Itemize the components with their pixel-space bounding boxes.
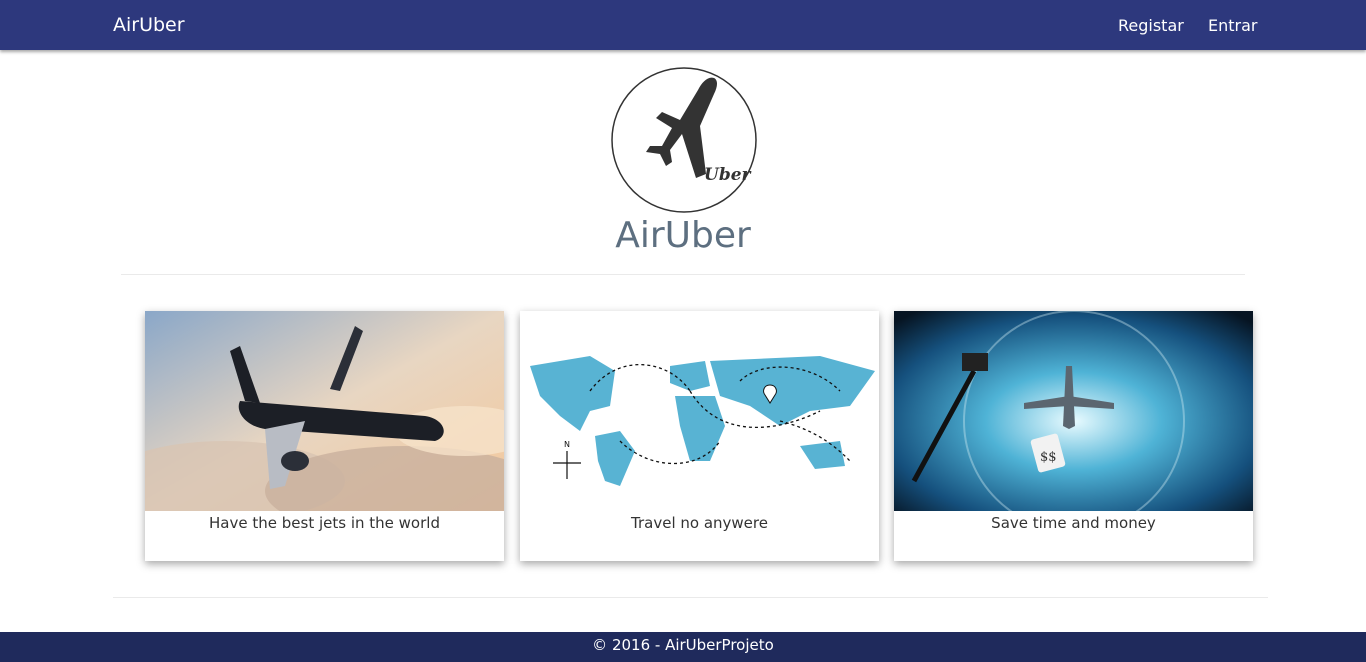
site-title: AirUber	[615, 215, 751, 256]
svg-text:$$: $$	[1040, 450, 1057, 465]
jet-image	[145, 311, 504, 511]
svg-text:N: N	[564, 440, 570, 449]
feature-card-jets[interactable]: Have the best jets in the world	[145, 311, 504, 561]
top-navbar: AirUber Registar Entrar	[0, 0, 1366, 50]
world-map-image: N	[520, 311, 879, 511]
svg-text:Uber: Uber	[704, 165, 752, 185]
divider	[121, 274, 1245, 275]
feature-card-savings[interactable]: $$ Save time and money	[894, 311, 1253, 561]
divider	[113, 597, 1268, 598]
register-link[interactable]: Registar	[1118, 16, 1184, 35]
clock-sky-image: $$	[894, 311, 1253, 511]
feature-card-travel[interactable]: N Travel no anywere	[520, 311, 879, 561]
footer-copyright: © 2016 - AirUberProjeto	[592, 636, 774, 654]
card-caption: Have the best jets in the world	[209, 514, 440, 532]
card-caption: Travel no anywere	[631, 514, 768, 532]
card-caption: Save time and money	[991, 514, 1156, 532]
site-logo: Uber	[610, 66, 758, 214]
brand-link[interactable]: AirUber	[113, 14, 185, 36]
footer: © 2016 - AirUberProjeto	[0, 632, 1366, 662]
login-link[interactable]: Entrar	[1208, 16, 1257, 35]
